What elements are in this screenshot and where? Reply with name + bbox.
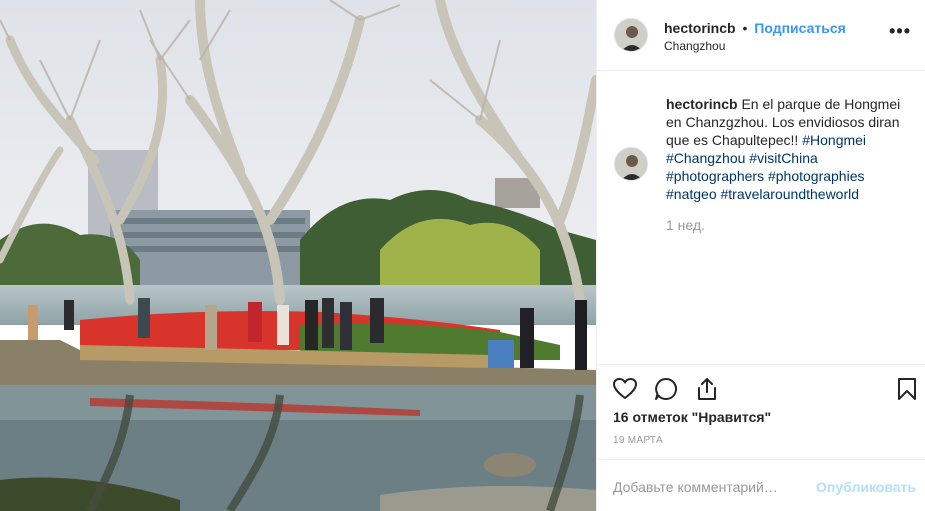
separator-dot: • — [742, 20, 748, 36]
time-ago[interactable]: 1 нед. — [666, 217, 705, 233]
hashtag-link[interactable]: #travelaroundtheworld — [721, 186, 860, 202]
location-link[interactable]: Changzhou — [664, 39, 846, 53]
share-icon[interactable] — [694, 376, 720, 402]
comment-input[interactable]: Добавьте комментарий… — [613, 479, 778, 495]
post-date[interactable]: 19 МАРТА — [613, 435, 663, 446]
header-line: hectorincb • Подписаться — [664, 19, 846, 37]
caption-username[interactable]: hectorincb — [666, 96, 738, 112]
avatar-image — [615, 19, 647, 51]
likes-count[interactable]: 16 отметок "Нравится" — [613, 409, 771, 425]
follow-button[interactable]: Подписаться — [754, 20, 846, 36]
hashtag-link[interactable]: #visitChina — [749, 150, 817, 166]
publish-button[interactable]: Опубликовать — [816, 479, 916, 495]
action-bar — [597, 364, 925, 410]
hashtag-link[interactable]: #photographers — [666, 168, 764, 184]
caption: hectorincb En el parque de Hongmei en Ch… — [666, 95, 906, 203]
post-sidebar: hectorincb • Подписаться Changzhou ••• h… — [596, 0, 925, 511]
post-photo[interactable] — [0, 0, 596, 511]
avatar[interactable] — [614, 18, 648, 52]
hashtag-link[interactable]: #photographies — [768, 168, 865, 184]
username-link[interactable]: hectorincb — [664, 20, 736, 36]
add-comment-bar: Добавьте комментарий… Опубликовать — [597, 459, 925, 511]
more-dots-icon[interactable]: ••• — [889, 22, 911, 40]
park-photo-illustration — [0, 0, 596, 511]
comment-icon[interactable] — [653, 376, 679, 402]
hashtag-link[interactable]: #Changzhou — [666, 150, 745, 166]
post-header: hectorincb • Подписаться Changzhou ••• — [597, 0, 925, 71]
header-text: hectorincb • Подписаться Changzhou — [664, 19, 846, 53]
bookmark-icon[interactable] — [894, 376, 920, 402]
avatar-image — [615, 148, 647, 180]
hashtag-link[interactable]: #natgeo — [666, 186, 717, 202]
hashtag-link[interactable]: #Hongmei — [802, 132, 866, 148]
heart-icon[interactable] — [612, 376, 638, 402]
avatar[interactable] — [614, 147, 648, 181]
